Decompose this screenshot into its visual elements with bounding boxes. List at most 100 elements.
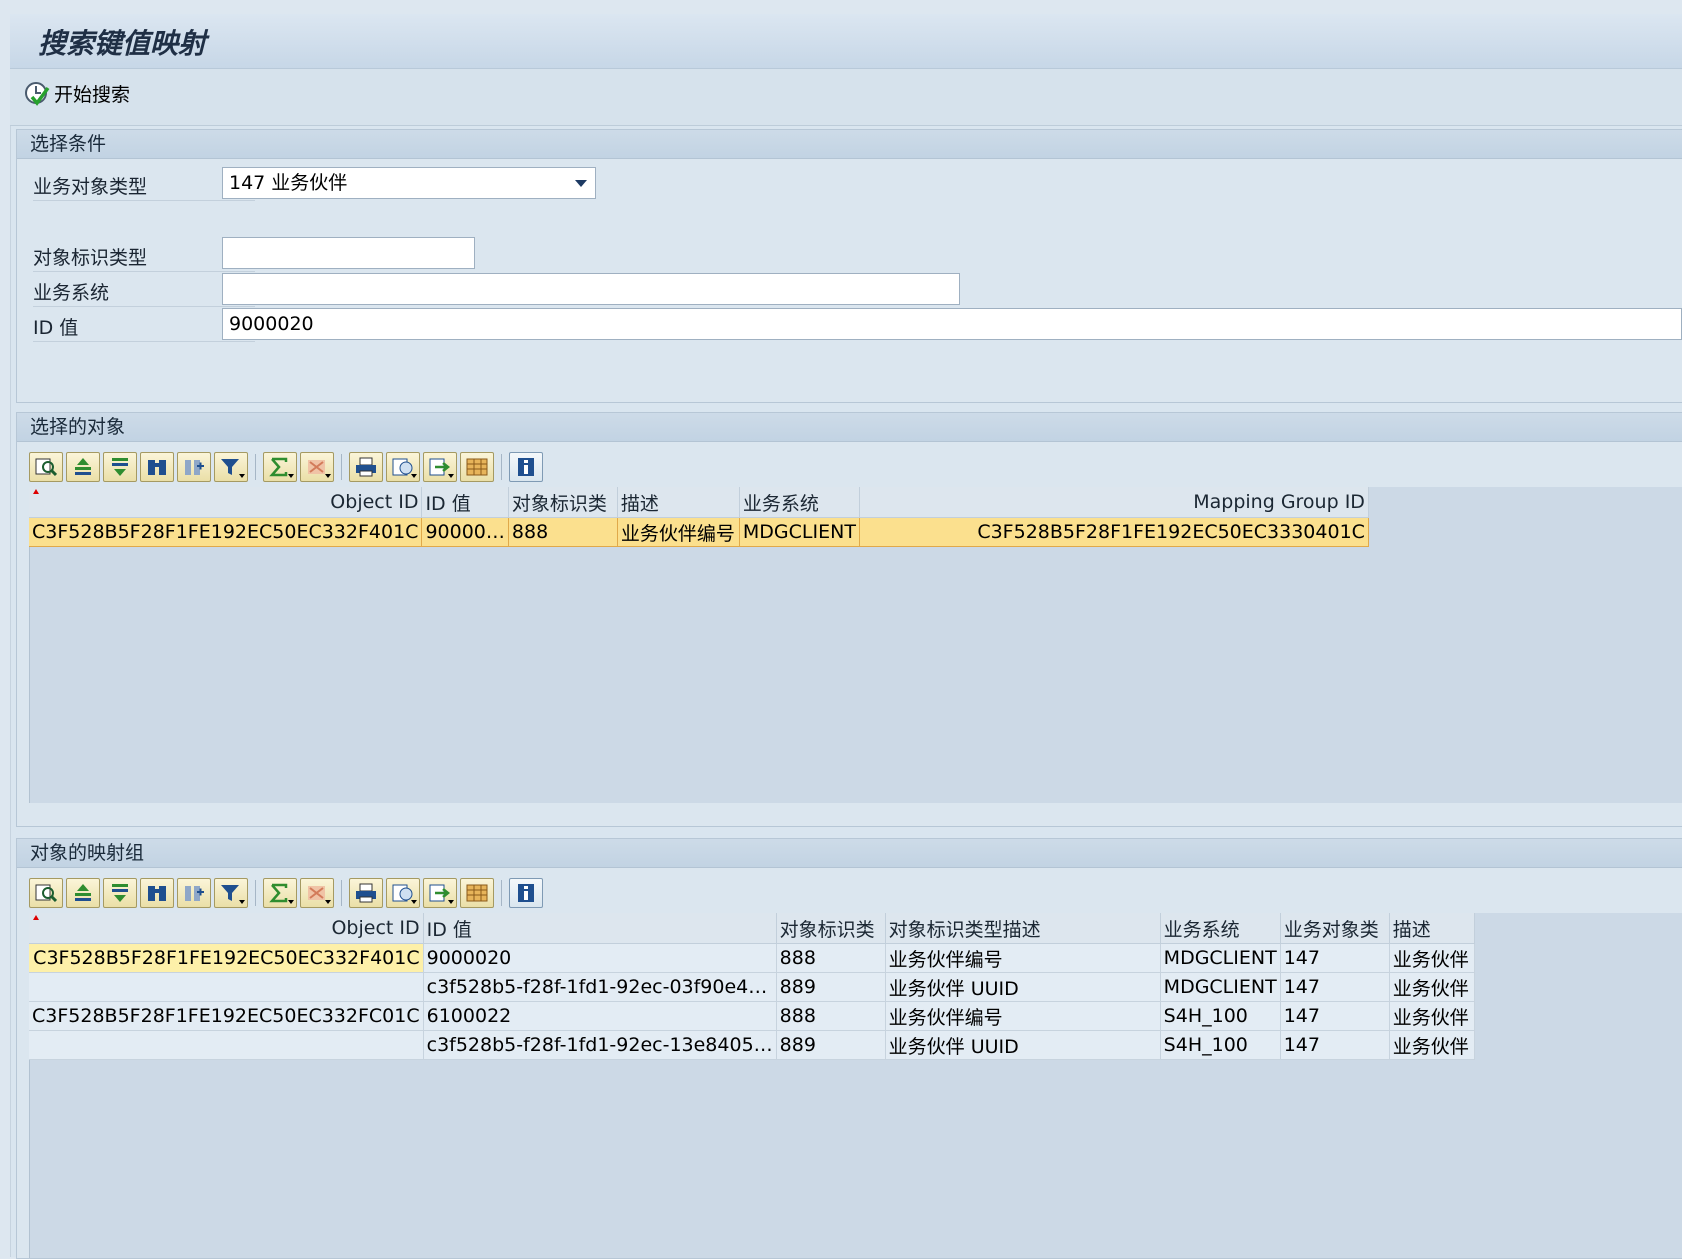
table-header-row: Object ID ID 值 对象标识类 对象标识类型描述 业务系统 业务对象类…	[29, 913, 1475, 944]
find-button[interactable]	[140, 452, 174, 482]
cell-id-value[interactable]: c3f528b5-f28f-1fd1-92ec-13e8405…	[423, 1030, 777, 1060]
column-header[interactable]: ID 值	[423, 913, 777, 944]
cell-id-type[interactable]: 888	[776, 1001, 886, 1031]
info-button[interactable]	[509, 878, 543, 908]
layout-button[interactable]	[460, 878, 494, 908]
column-header[interactable]: 对象标识类型描述	[885, 913, 1161, 944]
cell-bo-type[interactable]: 147	[1280, 972, 1390, 1002]
subtotal-button[interactable]	[300, 878, 334, 908]
sum-button[interactable]	[263, 452, 297, 482]
cell-id-type-desc[interactable]: 业务伙伴编号	[885, 1001, 1161, 1031]
filter-button[interactable]	[214, 878, 248, 908]
table-row[interactable]: c3f528b5-f28f-1fd1-92ec-03f90e4… 889 业务伙…	[29, 972, 1475, 1002]
details-icon	[35, 884, 57, 903]
find-next-button[interactable]	[177, 452, 211, 482]
sort-descending-icon	[112, 458, 128, 476]
cell-id-type[interactable]: 888	[508, 517, 618, 547]
cell-system[interactable]: MDGCLIENT	[1160, 972, 1281, 1002]
sum-button[interactable]	[263, 878, 297, 908]
sort-ascending-button[interactable]	[66, 452, 100, 482]
sort-ascending-button[interactable]	[66, 878, 100, 908]
cell-object-id[interactable]: C3F528B5F28F1FE192EC50EC332FC01C	[29, 1001, 424, 1031]
sort-descending-button[interactable]	[103, 452, 137, 482]
cell-object-id[interactable]	[29, 972, 424, 1002]
cell-system[interactable]: MDGCLIENT	[1160, 943, 1281, 973]
chevron-down-icon	[288, 900, 294, 904]
column-header[interactable]: 业务系统	[1160, 913, 1281, 944]
cell-id-value[interactable]: 6100022	[423, 1001, 777, 1031]
table-row[interactable]: c3f528b5-f28f-1fd1-92ec-13e8405… 889 业务伙…	[29, 1030, 1475, 1060]
column-header[interactable]: Object ID	[29, 913, 424, 944]
cell-mapping-group-id[interactable]: C3F528B5F28F1FE192EC50EC3330401C	[859, 517, 1369, 547]
print-button[interactable]	[349, 878, 383, 908]
cell-id-value[interactable]: c3f528b5-f28f-1fd1-92ec-03f90e4…	[423, 972, 777, 1002]
page-title: 搜索键值映射	[38, 27, 207, 60]
table-row[interactable]: C3F528B5F28F1FE192EC50EC332F401C 9000020…	[29, 943, 1475, 973]
cell-id-type[interactable]: 889	[776, 972, 886, 1002]
chevron-down-icon	[288, 474, 294, 478]
column-header[interactable]: 业务系统	[739, 487, 860, 518]
cell-bo-type[interactable]: 147	[1280, 1030, 1390, 1060]
cell-id-value[interactable]: 9000020	[423, 943, 777, 973]
cell-id-type-desc[interactable]: 业务伙伴编号	[885, 943, 1161, 973]
sort-indicator-icon	[33, 489, 39, 494]
id-value-label: ID 值	[33, 317, 79, 339]
bo-type-select[interactable]: 147 业务伙伴	[222, 167, 596, 199]
cell-description[interactable]: 业务伙伴	[1389, 1030, 1475, 1060]
toolbar-separator	[255, 454, 256, 480]
cell-id-type-desc[interactable]: 业务伙伴 UUID	[885, 1030, 1161, 1060]
cell-description[interactable]: 业务伙伴	[1389, 1001, 1475, 1031]
subtotal-button[interactable]	[300, 452, 334, 482]
column-header[interactable]: 描述	[1389, 913, 1475, 944]
cell-id-value[interactable]: 90000…	[421, 517, 509, 547]
filter-button[interactable]	[214, 452, 248, 482]
column-header[interactable]: 描述	[617, 487, 740, 518]
print-button[interactable]	[349, 452, 383, 482]
table-row[interactable]: C3F528B5F28F1FE192EC50EC332FC01C 6100022…	[29, 1001, 1475, 1031]
column-header[interactable]: Mapping Group ID	[859, 487, 1369, 518]
column-header[interactable]: ID 值	[421, 487, 509, 518]
find-next-button[interactable]	[177, 878, 211, 908]
start-search-button[interactable]: 开始搜索	[24, 79, 130, 107]
alv-toolbar	[29, 449, 543, 485]
sort-descending-icon	[112, 884, 128, 902]
start-search-label: 开始搜索	[54, 83, 131, 106]
cell-description[interactable]: 业务伙伴编号	[617, 517, 740, 547]
cell-object-id[interactable]: C3F528B5F28F1FE192EC50EC332F401C	[29, 517, 423, 547]
column-header[interactable]: Object ID	[29, 487, 423, 518]
views-button[interactable]	[386, 452, 420, 482]
chevron-down-icon	[239, 900, 245, 904]
export-button[interactable]	[423, 878, 457, 908]
cell-system[interactable]: S4H_100	[1160, 1030, 1281, 1060]
cell-description[interactable]: 业务伙伴	[1389, 943, 1475, 973]
find-next-icon	[185, 460, 204, 475]
cell-object-id[interactable]: C3F528B5F28F1FE192EC50EC332F401C	[29, 943, 424, 973]
views-button[interactable]	[386, 878, 420, 908]
id-type-input[interactable]	[222, 237, 475, 269]
cell-system[interactable]: S4H_100	[1160, 1001, 1281, 1031]
chevron-down-icon[interactable]	[575, 180, 587, 187]
column-header[interactable]: 对象标识类	[508, 487, 618, 518]
cell-id-type-desc[interactable]: 业务伙伴 UUID	[885, 972, 1161, 1002]
cell-id-type[interactable]: 888	[776, 943, 886, 973]
bo-type-label: 业务对象类型	[33, 176, 148, 198]
cell-bo-type[interactable]: 147	[1280, 1001, 1390, 1031]
info-button[interactable]	[509, 452, 543, 482]
chevron-down-icon	[239, 474, 245, 478]
find-button[interactable]	[140, 878, 174, 908]
id-value-input[interactable]: 9000020	[222, 308, 1682, 340]
cell-description[interactable]: 业务伙伴	[1389, 972, 1475, 1002]
column-header[interactable]: 业务对象类	[1280, 913, 1390, 944]
table-row[interactable]: C3F528B5F28F1FE192EC50EC332F401C 90000… …	[29, 517, 1369, 547]
cell-id-type[interactable]: 889	[776, 1030, 886, 1060]
cell-object-id[interactable]	[29, 1030, 424, 1060]
system-input[interactable]	[222, 273, 960, 305]
sort-descending-button[interactable]	[103, 878, 137, 908]
details-button[interactable]	[29, 878, 63, 908]
details-button[interactable]	[29, 452, 63, 482]
export-button[interactable]	[423, 452, 457, 482]
layout-button[interactable]	[460, 452, 494, 482]
cell-bo-type[interactable]: 147	[1280, 943, 1390, 973]
cell-system[interactable]: MDGCLIENT	[739, 517, 860, 547]
column-header[interactable]: 对象标识类	[776, 913, 886, 944]
